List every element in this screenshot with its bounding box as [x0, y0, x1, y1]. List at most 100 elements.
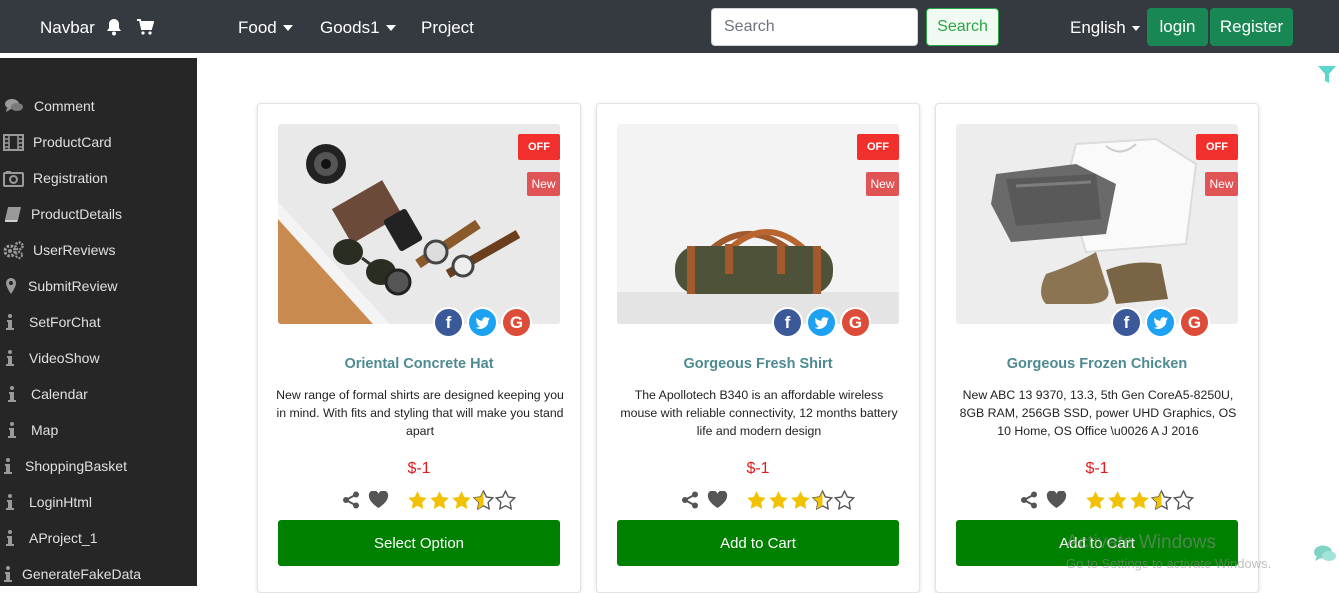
twitter-icon[interactable]: [467, 307, 498, 338]
google-icon[interactable]: G: [840, 307, 871, 338]
product-title[interactable]: Oriental Concrete Hat: [258, 356, 580, 372]
sidebar-item-label: ShoppingBasket: [25, 458, 127, 474]
product-card: OFF New f G Gorgeous Frozen Chicken New …: [935, 103, 1259, 593]
sidebar-item-label: LoginHtml: [29, 494, 93, 510]
sidebar-item-label: GenerateFakeData: [22, 566, 142, 582]
cart-icon[interactable]: [136, 18, 155, 36]
star-empty-icon: [495, 490, 516, 510]
sidebar-item-map[interactable]: Map: [0, 415, 197, 445]
heart-icon[interactable]: [368, 491, 389, 509]
comments-icon: [5, 99, 23, 112]
language-dropdown[interactable]: English: [1070, 18, 1140, 38]
sidebar-item-label: ProductDetails: [31, 206, 123, 222]
caret-down-icon: [282, 25, 293, 31]
camera-icon: [3, 170, 24, 187]
heart-icon[interactable]: [707, 491, 728, 509]
twitter-icon[interactable]: [806, 307, 837, 338]
star-full-icon: [452, 491, 471, 509]
facebook-icon[interactable]: f: [772, 307, 803, 338]
sidebar-item-productcard[interactable]: ProductCard: [0, 127, 197, 157]
sidebar-item-label: Calendar: [31, 386, 88, 402]
sidebar-item-label: ProductCard: [33, 134, 112, 150]
sidebar-item-label: SubmitReview: [28, 278, 118, 294]
menu-food-label: Food: [238, 18, 277, 37]
star-full-icon: [1130, 491, 1149, 509]
search-input[interactable]: [711, 8, 918, 46]
add-to-cart-button[interactable]: Add to Cart: [617, 520, 899, 566]
star-empty-icon: [1173, 490, 1194, 510]
sidebar-item-videoshow[interactable]: VideoShow: [0, 343, 197, 373]
share-icon[interactable]: [681, 491, 699, 509]
sidebar-item-registration[interactable]: Registration: [0, 163, 197, 193]
info-icon: [6, 350, 14, 366]
filter-icon[interactable]: [1317, 65, 1337, 85]
product-actions: [342, 490, 516, 510]
heart-icon[interactable]: [1046, 491, 1067, 509]
sidebar-item-label: VideoShow: [29, 350, 100, 366]
info-icon: [6, 530, 14, 546]
star-full-icon: [1086, 491, 1105, 509]
product-description: The Apollotech B340 is an affordable wir…: [620, 388, 898, 438]
menu-goods1-label: Goods1: [320, 18, 380, 37]
product-image[interactable]: OFF New: [278, 124, 560, 324]
product-image[interactable]: OFF New: [617, 124, 899, 324]
product-title[interactable]: Gorgeous Frozen Chicken: [936, 356, 1258, 372]
product-price: $-1: [1085, 460, 1109, 477]
sidebar-item-label: SetForChat: [29, 314, 101, 330]
sidebar-item-shoppingbasket[interactable]: ShoppingBasket: [0, 451, 197, 481]
select-option-button[interactable]: Select Option: [278, 520, 560, 566]
product-card: OFF New f G Oriental Concrete Hat New ra…: [257, 103, 581, 593]
social-share-group: f G: [772, 307, 871, 338]
sidebar-item-productdetails[interactable]: ProductDetails: [0, 199, 197, 229]
menu-goods1[interactable]: Goods1: [320, 18, 396, 38]
sidebar-item-label: AProject_1: [29, 530, 98, 546]
top-navbar: Navbar Food Goods1 Project Search Englis…: [0, 0, 1339, 53]
rating-stars: [746, 490, 855, 510]
add-to-cart-button[interactable]: Add to Cart: [956, 520, 1238, 566]
cogs-icon: [3, 241, 24, 259]
sidebar-item-setforchat[interactable]: SetForChat: [0, 307, 197, 337]
register-button[interactable]: Register: [1210, 8, 1293, 46]
navbar-brand[interactable]: Navbar: [40, 18, 95, 38]
sidebar-item-aproject-1[interactable]: AProject_1: [0, 523, 197, 553]
bell-icon[interactable]: [106, 18, 124, 36]
star-full-icon: [1108, 491, 1127, 509]
product-price: $-1: [407, 460, 431, 477]
share-icon[interactable]: [342, 491, 360, 509]
off-badge: OFF: [518, 134, 560, 160]
caret-down-icon: [385, 25, 396, 31]
sidebar-item-comment[interactable]: Comment: [0, 91, 197, 121]
facebook-icon[interactable]: f: [433, 307, 464, 338]
login-button[interactable]: login: [1147, 8, 1208, 46]
off-badge: OFF: [857, 134, 899, 160]
product-price: $-1: [746, 460, 770, 477]
share-icon[interactable]: [1020, 491, 1038, 509]
product-description: New ABC 13 9370, 13.3, 5th Gen CoreA5-82…: [959, 388, 1237, 438]
star-empty-icon: [834, 490, 855, 510]
sidebar-item-loginhtml[interactable]: LoginHtml: [0, 487, 197, 517]
menu-project[interactable]: Project: [421, 18, 474, 38]
info-icon: [8, 422, 16, 438]
search-button[interactable]: Search: [926, 8, 999, 46]
product-image[interactable]: OFF New: [956, 124, 1238, 324]
menu-food[interactable]: Food: [238, 18, 293, 38]
google-icon[interactable]: G: [501, 307, 532, 338]
facebook-icon[interactable]: f: [1111, 307, 1142, 338]
info-icon: [4, 566, 12, 582]
chat-icon[interactable]: [1313, 544, 1337, 564]
sidebar-item-userreviews[interactable]: UserReviews: [0, 235, 197, 265]
star-full-icon: [408, 491, 427, 509]
social-share-group: f G: [1111, 307, 1210, 338]
twitter-icon[interactable]: [1145, 307, 1176, 338]
sidebar-item-generatefakedata[interactable]: GenerateFakeData: [0, 559, 197, 589]
sidebar: Comment ProductCard Registration Product…: [0, 58, 197, 586]
google-icon[interactable]: G: [1179, 307, 1210, 338]
sidebar-item-calendar[interactable]: Calendar: [0, 379, 197, 409]
sidebar-item-label: Map: [31, 422, 59, 438]
sidebar-item-submitreview[interactable]: SubmitReview: [0, 271, 197, 301]
rating-stars: [407, 490, 516, 510]
info-icon: [8, 386, 16, 402]
new-badge: New: [1205, 172, 1238, 196]
star-full-icon: [430, 491, 449, 509]
product-title[interactable]: Gorgeous Fresh Shirt: [597, 356, 919, 372]
